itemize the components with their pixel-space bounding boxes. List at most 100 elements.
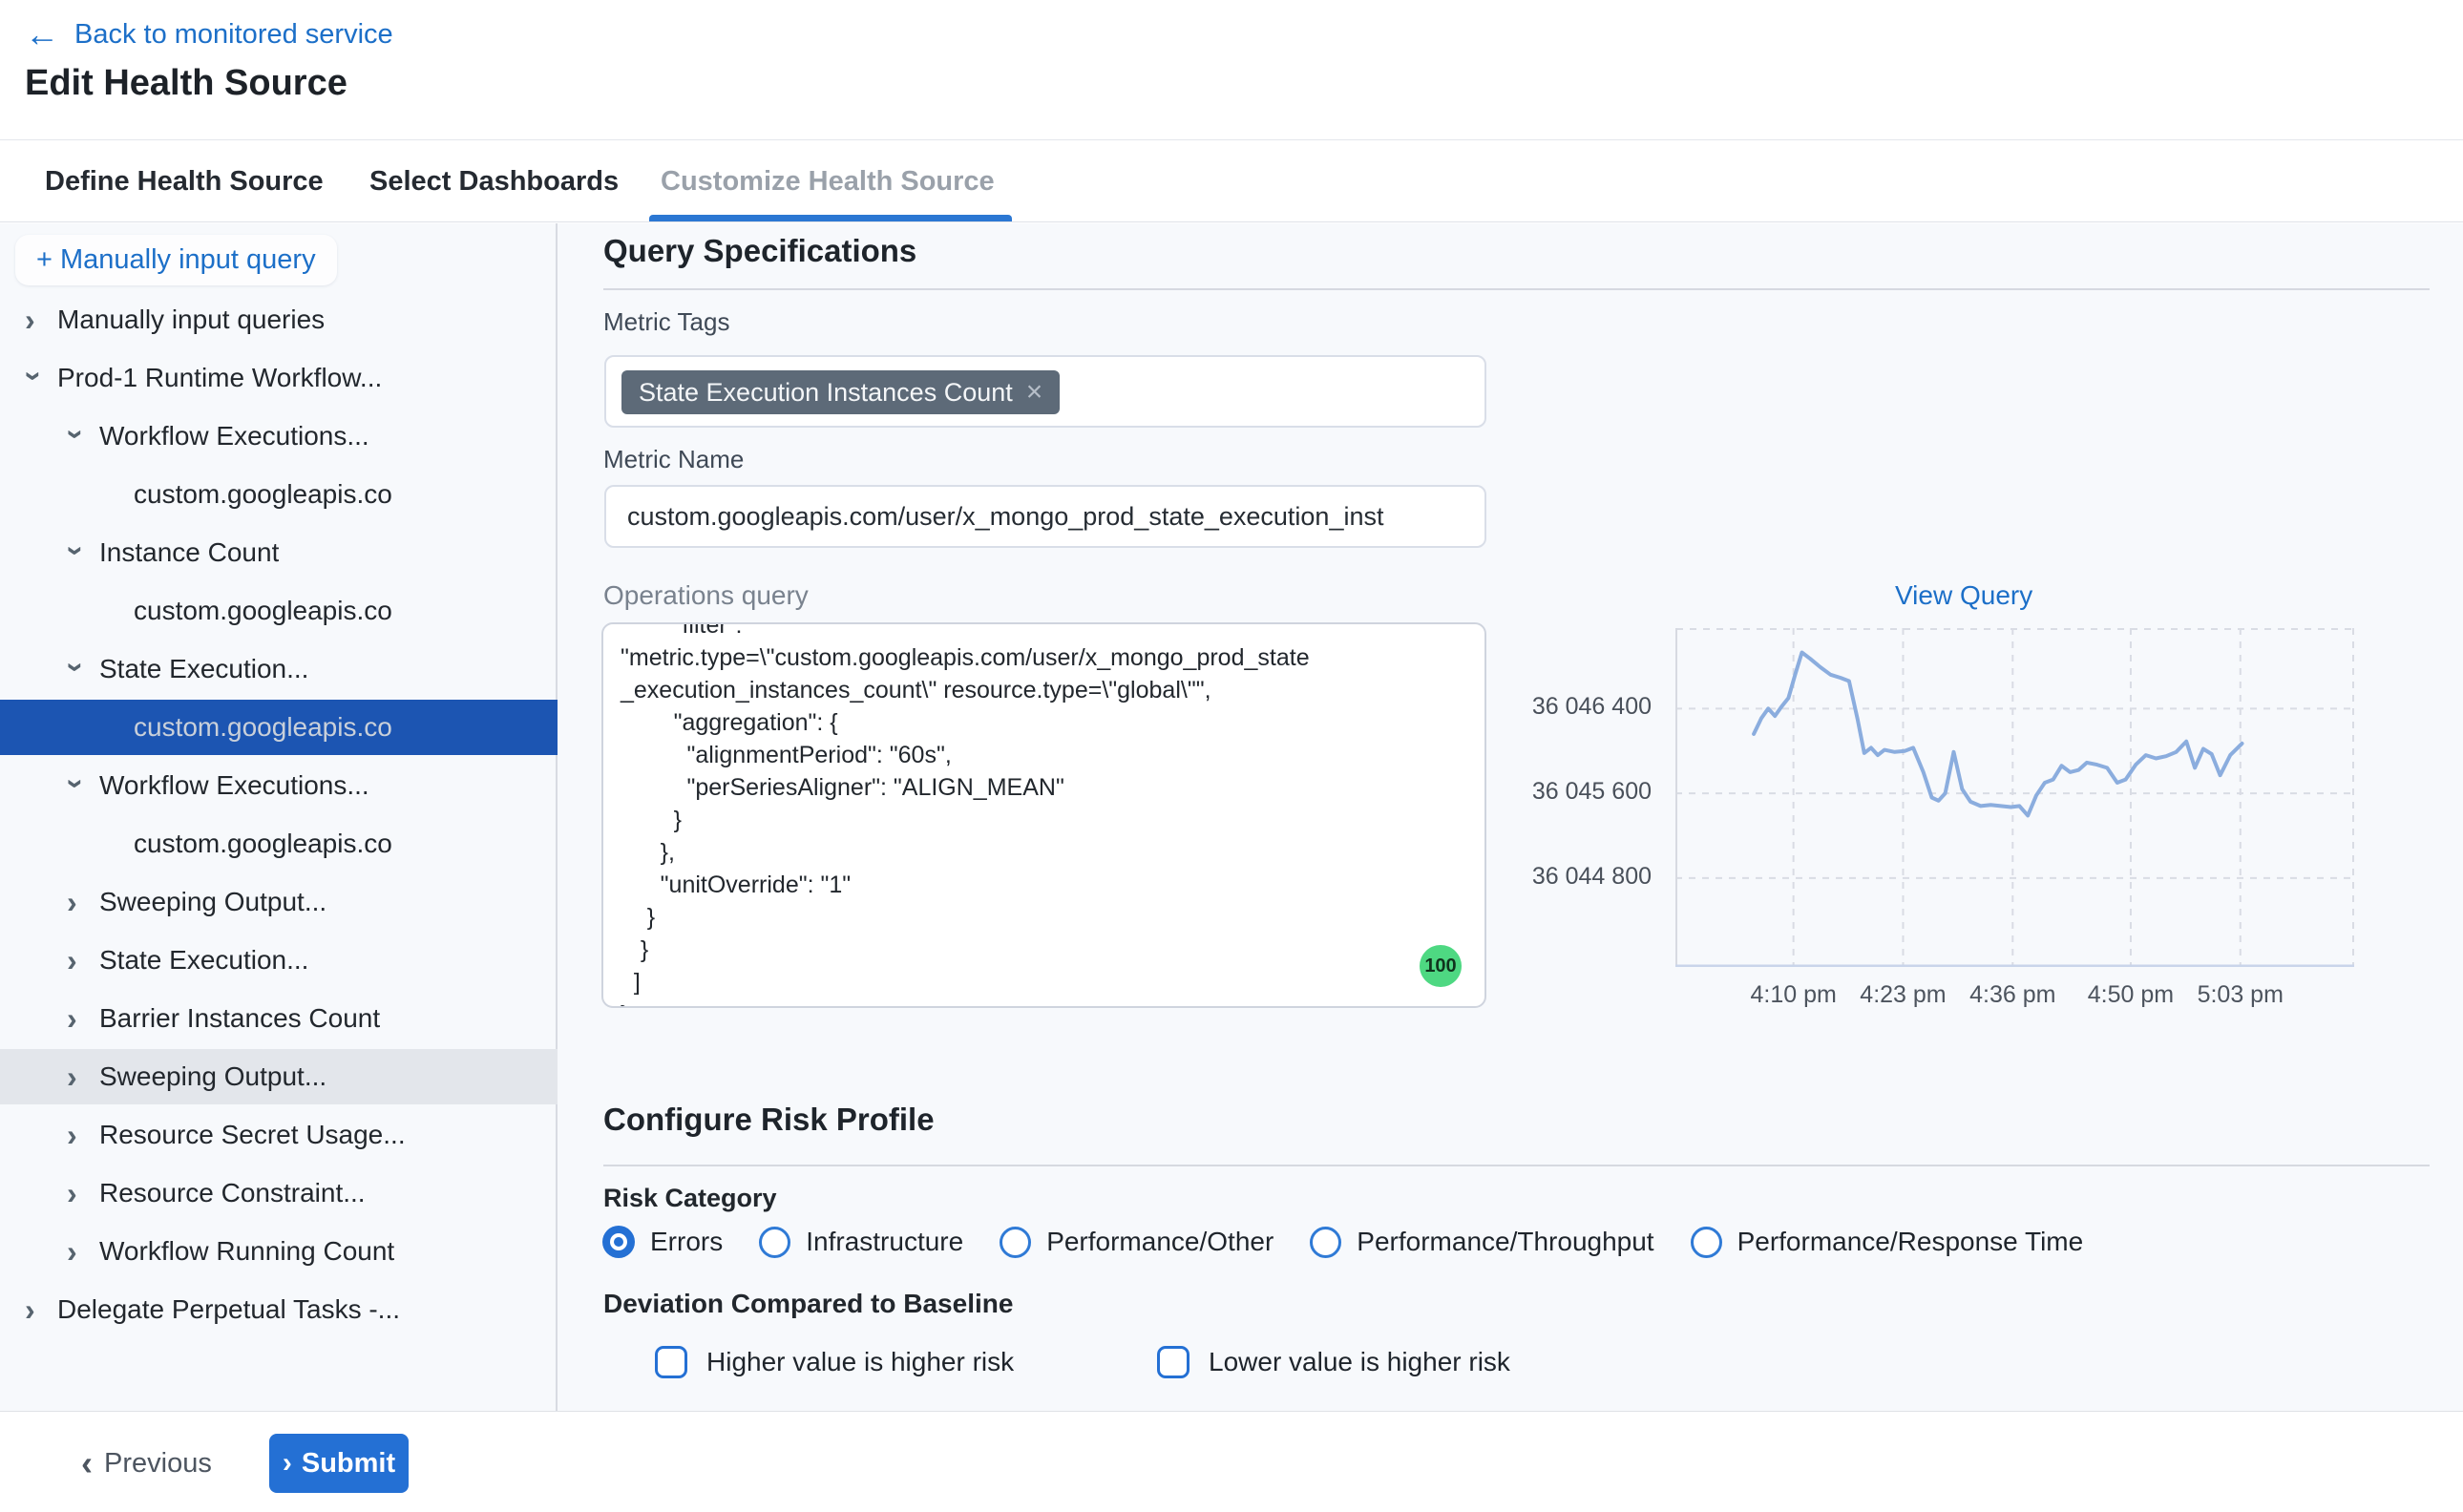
- tree-node[interactable]: › Workflow Running Count: [0, 1224, 558, 1279]
- previous-button[interactable]: ‹ Previous: [81, 1434, 212, 1493]
- chevron-right-icon[interactable]: ›: [67, 1003, 86, 1034]
- radio-icon[interactable]: [1000, 1227, 1031, 1258]
- tree-node[interactable]: › Barrier Instances Count: [0, 991, 558, 1046]
- submit-button-label: Submit: [302, 1448, 395, 1480]
- radio-label: Performance/Response Time: [1737, 1227, 2084, 1257]
- metric-tags-label: Metric Tags: [603, 307, 729, 337]
- chevron-right-icon[interactable]: ›: [67, 1178, 86, 1208]
- checkbox-label: Higher value is higher risk: [706, 1347, 1014, 1377]
- chevron-right-icon[interactable]: ›: [67, 1061, 86, 1092]
- deviation-checkbox-higher[interactable]: Higher value is higher risk: [655, 1346, 1014, 1378]
- tree-node[interactable]: ›Sweeping Output...: [0, 874, 558, 930]
- metric-tags-input[interactable]: State Execution Instances Count ×: [604, 355, 1486, 428]
- chevron-down-icon[interactable]: ›: [62, 662, 93, 682]
- radio-icon[interactable]: [1691, 1227, 1722, 1258]
- tab-select-dashboards[interactable]: Select Dashboards: [369, 140, 619, 222]
- tree-node[interactable]: › Delegate Perpetual Tasks -...: [0, 1282, 558, 1337]
- main-panel: Query Specifications Metric Tags State E…: [558, 223, 2463, 1411]
- tree-node[interactable]: › Sweeping Output...: [0, 1049, 558, 1104]
- tree-item-label: Workflow Executions...: [99, 770, 369, 801]
- tree-node[interactable]: › Instance Count: [0, 525, 558, 580]
- tree-item-label: Barrier Instances Count: [99, 1003, 380, 1034]
- tree-node[interactable]: › State Execution...: [0, 641, 558, 697]
- tree-item-label: Delegate Perpetual Tasks -...: [57, 1294, 400, 1325]
- tree-leaf-metric[interactable]: custom.googleapis.co: [0, 583, 558, 639]
- operations-query-label: Operations query: [603, 580, 809, 611]
- submit-button[interactable]: › Submit: [269, 1434, 409, 1493]
- tree-item-label: Prod-1 Runtime Workflow...: [57, 363, 382, 393]
- tab-bar: Define Health Source Select Dashboards C…: [0, 139, 2463, 222]
- risk-category-radio-performance-response-time[interactable]: Performance/Response Time: [1691, 1227, 2084, 1258]
- tree-leaf-metric[interactable]: custom.googleapis.co: [0, 700, 558, 755]
- tree-leaf-metric[interactable]: custom.googleapis.co: [0, 467, 558, 522]
- tree-item-label: Resource Secret Usage...: [99, 1120, 406, 1150]
- content-area: + Manually input query › Manually input q…: [0, 223, 2463, 1411]
- chevron-down-icon[interactable]: ›: [20, 371, 51, 390]
- tree-node[interactable]: ›Resource Constraint...: [0, 1166, 558, 1221]
- tree-item-label: custom.googleapis.co: [134, 479, 425, 510]
- remove-tag-icon[interactable]: ×: [1026, 378, 1043, 407]
- add-manual-query-button[interactable]: + Manually input query: [15, 235, 337, 285]
- tree-node[interactable]: › Resource Secret Usage...: [0, 1107, 558, 1163]
- tree-node[interactable]: ›State Execution...: [0, 933, 558, 988]
- chevron-right-icon[interactable]: ›: [25, 304, 44, 335]
- radio-label: Infrastructure: [806, 1227, 963, 1257]
- chevron-left-icon: ‹: [81, 1443, 93, 1483]
- chevron-right-icon[interactable]: ›: [67, 887, 86, 917]
- metric-tag-chip: State Execution Instances Count ×: [621, 370, 1060, 414]
- tree-item-label: Sweeping Output...: [99, 1061, 326, 1092]
- risk-category-radio-errors[interactable]: Errors: [602, 1226, 723, 1258]
- tree-node[interactable]: › Workflow Executions...: [0, 758, 558, 813]
- tree-item-label: Instance Count: [99, 537, 279, 568]
- chevron-down-icon[interactable]: ›: [62, 779, 93, 798]
- chevron-right-icon: ›: [283, 1447, 292, 1480]
- checkbox-icon[interactable]: [655, 1346, 687, 1378]
- tree-item-label: Manually input queries: [57, 304, 325, 335]
- tree-item-label: custom.googleapis.co: [134, 829, 425, 859]
- records-count-badge: 100: [1420, 945, 1462, 987]
- tree-item-label: custom.googleapis.co: [134, 596, 425, 626]
- chevron-right-icon[interactable]: ›: [67, 1236, 86, 1267]
- radio-label: Errors: [650, 1227, 723, 1257]
- risk-category-radio-performance-throughput[interactable]: Performance/Throughput: [1310, 1227, 1653, 1258]
- chart-x-tick-label: 4:36 pm: [1946, 981, 2079, 1009]
- checkbox-label: Lower value is higher risk: [1209, 1347, 1510, 1377]
- page-title: Edit Health Source: [25, 63, 347, 104]
- chevron-down-icon[interactable]: ›: [62, 546, 93, 565]
- chart-y-tick-label: 36 046 400: [1494, 693, 1652, 721]
- back-link-label: Back to monitored service: [74, 19, 393, 51]
- radio-icon[interactable]: [1310, 1227, 1341, 1258]
- metric-name-input[interactable]: custom.googleapis.com/user/x_mongo_prod_…: [604, 485, 1486, 548]
- tree-node[interactable]: › Prod-1 Runtime Workflow...: [0, 350, 558, 406]
- tab-customize-health-source[interactable]: Customize Health Source: [661, 140, 995, 222]
- back-to-monitored-service-link[interactable]: ← Back to monitored service: [25, 17, 393, 52]
- chevron-right-icon[interactable]: ›: [67, 945, 86, 976]
- chevron-right-icon[interactable]: ›: [67, 1120, 86, 1150]
- tree-item-label: State Execution...: [99, 654, 308, 684]
- radio-selected-icon[interactable]: [602, 1226, 635, 1258]
- operations-query-editor[interactable]: "filter": "metric.type=\"custom.googleap…: [601, 622, 1486, 1008]
- tree-node[interactable]: ›Workflow Executions...: [0, 409, 558, 464]
- radio-icon[interactable]: [759, 1227, 790, 1258]
- checkbox-icon[interactable]: [1157, 1346, 1189, 1378]
- metric-name-label: Metric Name: [603, 445, 744, 474]
- risk-category-label: Risk Category: [603, 1184, 777, 1213]
- previous-button-label: Previous: [104, 1448, 212, 1480]
- tree-node[interactable]: › Manually input queries: [0, 292, 558, 347]
- page-header: ← Back to monitored service Edit Health …: [0, 0, 2463, 139]
- chevron-right-icon[interactable]: ›: [25, 1294, 44, 1325]
- view-query-link[interactable]: View Query: [1895, 580, 2032, 611]
- tree-item-label: custom.googleapis.co: [134, 712, 425, 743]
- chevron-down-icon[interactable]: ›: [62, 430, 93, 449]
- back-arrow-icon: ←: [25, 17, 59, 52]
- metric-preview-chart: [1675, 628, 2354, 967]
- risk-category-radio-group: Errors Infrastructure Performance/Other Per…: [602, 1226, 2083, 1258]
- tree-leaf-metric[interactable]: custom.googleapis.co: [0, 816, 558, 872]
- tab-define-health-source[interactable]: Define Health Source: [45, 140, 324, 222]
- chart-y-tick-label: 36 044 800: [1494, 863, 1652, 891]
- risk-category-radio-infrastructure[interactable]: Infrastructure: [759, 1227, 963, 1258]
- configure-risk-profile-title: Configure Risk Profile: [603, 1102, 935, 1138]
- deviation-checkbox-lower[interactable]: Lower value is higher risk: [1157, 1346, 1510, 1378]
- tree-item-label: Workflow Running Count: [99, 1236, 394, 1267]
- risk-category-radio-performance-other[interactable]: Performance/Other: [1000, 1227, 1274, 1258]
